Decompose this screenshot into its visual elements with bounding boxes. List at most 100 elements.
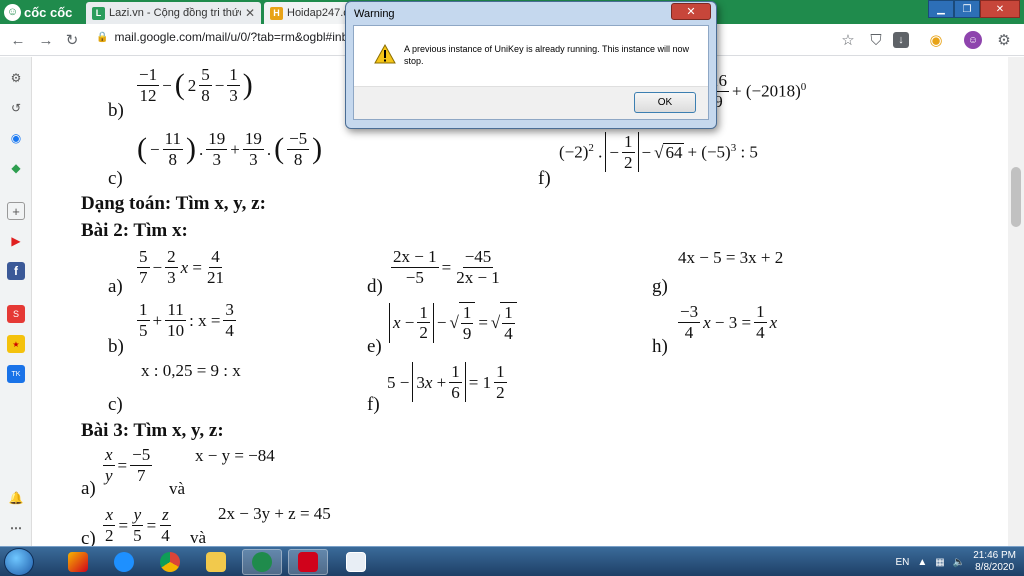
reload-icon[interactable]: ↻: [62, 30, 82, 50]
label-f1: f): [538, 168, 551, 189]
back-arrow-icon[interactable]: ←: [8, 30, 28, 50]
taskbar-ie[interactable]: [104, 549, 144, 575]
expression-b1: −1 12 −( 258 −1 3 ): [137, 65, 253, 105]
heading-dang-toan: Dạng toán: Tìm x, y, z:: [81, 193, 266, 214]
dialog-close-button[interactable]: ✕: [671, 3, 711, 20]
expression-c3-second: 2x − 3y + z = 45: [218, 504, 331, 523]
download-icon[interactable]: ↓: [893, 32, 909, 48]
warning-dialog: Warning ✕ A previous instance of UniKey …: [345, 1, 717, 129]
clock-date: 8/8/2020: [975, 562, 1015, 573]
expression-d2: 2x − 1 −5 = −45 2x − 1: [391, 247, 500, 287]
label-b2: b): [108, 336, 124, 357]
text-va-a3: và: [169, 479, 186, 498]
taskbar-document[interactable]: [336, 549, 376, 575]
label-c1: c): [108, 168, 123, 189]
more-options-icon[interactable]: ⋯: [7, 519, 25, 537]
volume-icon[interactable]: 🔈: [953, 557, 965, 568]
expression-c1: (− 11 8 ). 19 3 + 19 3 .( −5 8 ): [137, 129, 323, 169]
chrome-icon: [160, 552, 180, 572]
show-hidden-icons-icon[interactable]: ▲: [917, 557, 927, 568]
vertical-scrollbar[interactable]: [1008, 57, 1024, 546]
label-e2: e): [367, 336, 382, 357]
warning-icon: [374, 44, 396, 64]
unikey-icon: [298, 552, 318, 572]
close-tab-icon[interactable]: ✕: [245, 6, 255, 20]
expression-e1-partial: 16 9 + (−2018)0: [708, 71, 807, 111]
deal-icon[interactable]: ★: [7, 335, 25, 353]
forward-arrow-icon[interactable]: →: [36, 30, 56, 50]
coccoc-icon: [252, 552, 272, 572]
minimize-button[interactable]: ▁: [928, 0, 954, 18]
notification-bell-icon[interactable]: 🔔: [7, 489, 25, 507]
taskbar: EN ▲ ▦ 🔈 21:46 PM 8/8/2020: [0, 546, 1024, 576]
taskbar-chrome[interactable]: [150, 549, 190, 575]
expression-c3: x2 = y5 = z4: [103, 505, 171, 545]
hoidap-favicon-icon: H: [270, 6, 283, 20]
settings-gear-icon[interactable]: ⚙: [7, 69, 25, 87]
ok-button[interactable]: OK: [634, 92, 696, 113]
label-c2: c): [108, 394, 123, 415]
dialog-title: Warning: [354, 8, 395, 20]
taskbar-paint-app[interactable]: [58, 549, 98, 575]
internet-explorer-icon: [114, 552, 134, 572]
heading-bai-2: Bài 2: Tìm x:: [81, 220, 188, 241]
system-tray: EN ▲ ▦ 🔈 21:46 PM 8/8/2020: [895, 549, 1016, 575]
clock[interactable]: 21:46 PM 8/8/2020: [973, 550, 1016, 575]
shopee-icon[interactable]: S: [7, 305, 25, 323]
facebook-icon[interactable]: f: [7, 262, 25, 280]
game-controller-icon[interactable]: ◆: [7, 159, 25, 177]
taskbar-coccoc[interactable]: [242, 549, 282, 575]
document-icon: [346, 552, 366, 572]
language-indicator[interactable]: EN: [895, 557, 909, 568]
expression-e2: x −1 2 − √ 1 9 = √ 1 4: [389, 302, 517, 343]
maximize-button[interactable]: ❐: [954, 0, 980, 18]
url-field[interactable]: 🔒 mail.google.com/mail/u/0/?tab=rm&ogbl#…: [96, 30, 361, 44]
shield-icon[interactable]: ⛉: [866, 30, 886, 50]
scrollbar-thumb[interactable]: [1011, 167, 1021, 227]
history-icon[interactable]: ↺: [7, 99, 25, 117]
expression-f1: (−2)2 . −1 2 − √ 64 + (−5)3 : 5: [559, 132, 758, 173]
url-text: mail.google.com/mail/u/0/?tab=rm&ogbl#in…: [114, 30, 361, 44]
expression-a3: xy = −5 7: [103, 445, 153, 485]
expression-g2: 4x − 5 = 3x + 2: [678, 248, 784, 267]
label-f2: f): [367, 394, 380, 415]
settings-menu-icon[interactable]: ⚙: [994, 30, 1014, 50]
brand-label: cốc cốc: [24, 4, 73, 20]
label-a2: a): [108, 276, 123, 297]
tab-lazi[interactable]: L Lazi.vn - Cộng đồng tri thức & ✕: [86, 2, 261, 24]
coccoc-logo-icon: ☺: [4, 3, 21, 21]
dialog-message: A previous instance of UniKey is already…: [404, 44, 689, 66]
clock-time: 21:46 PM: [973, 549, 1016, 561]
profile-avatar[interactable]: ☺: [964, 31, 982, 49]
heading-bai-3: Bài 3: Tìm x, y, z:: [81, 420, 224, 441]
document-page: b) −1 12 −( 258 −1 3 ) 16 9 + (−2018)0 c) (…: [33, 57, 1008, 546]
add-icon[interactable]: +: [7, 202, 25, 220]
start-button[interactable]: [4, 548, 34, 576]
lazi-favicon-icon: L: [92, 6, 105, 20]
window-controls: ▁ ❐ ✕: [928, 0, 1020, 18]
coccoc-brand[interactable]: ☺ cốc cốc: [4, 2, 72, 22]
paint-icon: [68, 552, 88, 572]
sidebar: ⚙ ↺ ◉ ◆ + ▶ f S ★ TK 🔔 ⋯: [0, 57, 32, 546]
taskbar-explorer[interactable]: [196, 549, 236, 575]
close-window-button[interactable]: ✕: [980, 0, 1020, 18]
label-h2: h): [652, 336, 668, 357]
expression-f2: 5 − 3x +1 6 = 1 12: [387, 362, 507, 403]
bookmark-star-icon[interactable]: ☆: [838, 30, 858, 50]
taskbar-unikey[interactable]: [288, 549, 328, 575]
expression-c2: x : 0,25 = 9 : x: [141, 361, 241, 380]
tab-label: Lazi.vn - Cộng đồng tri thức &: [109, 7, 241, 19]
tab-hoidap247[interactable]: H Hoidap247.co: [264, 2, 354, 24]
tab-label: Hoidap247.co: [287, 7, 354, 19]
label-a3: a): [81, 478, 96, 499]
network-icon[interactable]: ▦: [935, 557, 944, 568]
dialog-body: A previous instance of UniKey is already…: [353, 25, 709, 120]
youtube-icon[interactable]: ▶: [7, 232, 25, 250]
extension-icon[interactable]: ◉: [926, 30, 946, 50]
folder-icon: [206, 552, 226, 572]
tiki-icon[interactable]: TK: [7, 365, 25, 383]
label-c3: c): [81, 528, 96, 546]
expression-h2: −3 4 x − 3 = 14 x: [678, 302, 778, 342]
lock-icon: 🔒: [96, 31, 109, 43]
messenger-icon[interactable]: ◉: [7, 129, 25, 147]
